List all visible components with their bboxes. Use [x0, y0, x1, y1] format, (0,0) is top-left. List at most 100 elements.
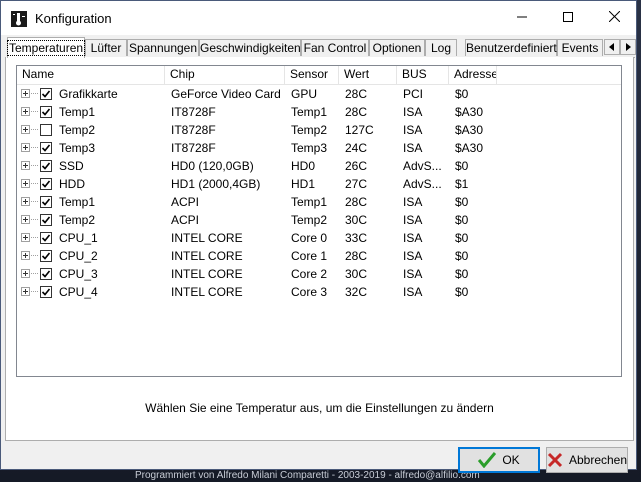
ok-button-label: OK	[502, 453, 520, 467]
table-row[interactable]: SSD HD0 (120,0GB) HD0 26C AdvS... $0	[17, 157, 621, 175]
cell-chip: INTEL CORE	[171, 231, 243, 245]
row-checkbox[interactable]	[40, 196, 52, 208]
title-bar[interactable]: Konfiguration	[1, 1, 636, 35]
tab-optionen[interactable]: Optionen	[369, 39, 425, 56]
table-row[interactable]: Temp2 ACPI Temp2 30C ISA $0	[17, 211, 621, 229]
cell-adresse: $0	[455, 231, 469, 245]
expand-icon[interactable]	[21, 107, 30, 116]
table-row[interactable]: Grafikkarte GeForce Video Card GPU 28C PCI $0	[17, 85, 621, 103]
thermometer-icon	[11, 11, 27, 27]
tab-geschwindigkeiten[interactable]: Geschwindigkeiten	[199, 39, 301, 56]
checkmark-icon	[41, 90, 51, 98]
expand-icon[interactable]	[21, 161, 30, 170]
table-row[interactable]: CPU_4 INTEL CORE Core 3 32C ISA $0	[17, 283, 621, 301]
table-row[interactable]: Temp3 IT8728F Temp3 24C ISA $A30	[17, 139, 621, 157]
column-header-bus[interactable]: BUS	[397, 66, 449, 84]
row-checkbox[interactable]	[40, 142, 52, 154]
row-checkbox[interactable]	[40, 286, 52, 298]
tab-log[interactable]: Log	[425, 39, 457, 56]
cell-bus: AdvS...	[403, 159, 442, 173]
tab-fan-control[interactable]: Fan Control	[301, 39, 369, 56]
checkmark-icon	[41, 288, 51, 296]
maximize-button[interactable]	[545, 1, 591, 35]
cancel-button[interactable]: Abbrechen	[546, 447, 628, 473]
cell-adresse: $0	[455, 267, 469, 281]
temperaturen-panel: Name Chip Sensor Wert BUS Adresse Grafik…	[5, 57, 634, 441]
tab-spannungen[interactable]: Spannungen	[127, 39, 199, 56]
row-checkbox[interactable]	[40, 250, 52, 262]
expand-icon[interactable]	[21, 125, 30, 134]
column-header-sensor[interactable]: Sensor	[285, 66, 339, 84]
table-row[interactable]: HDD HD1 (2000,4GB) HD1 27C AdvS... $1	[17, 175, 621, 193]
row-checkbox[interactable]	[40, 178, 52, 190]
tree-connector	[31, 201, 38, 202]
row-checkbox[interactable]	[40, 160, 52, 172]
cell-name: Temp3	[59, 141, 96, 155]
column-header-wert[interactable]: Wert	[339, 66, 397, 84]
column-header-name[interactable]: Name	[17, 66, 165, 84]
row-checkbox[interactable]	[40, 88, 52, 100]
red-x-icon	[547, 452, 563, 468]
cell-name: HDD	[59, 177, 85, 191]
table-row[interactable]: CPU_3 INTEL CORE Core 2 30C ISA $0	[17, 265, 621, 283]
tab-benutzerdefiniert[interactable]: Benutzerdefiniert	[465, 39, 557, 56]
cell-bus: ISA	[403, 123, 423, 137]
cell-adresse: $1	[455, 177, 469, 191]
table-row[interactable]: Temp1 IT8728F Temp1 28C ISA $A30	[17, 103, 621, 121]
row-checkbox[interactable]	[40, 106, 52, 118]
cell-bus: ISA	[403, 267, 423, 281]
table-row[interactable]: Temp1 ACPI Temp1 28C ISA $0	[17, 193, 621, 211]
cell-sensor: Temp1	[291, 195, 328, 209]
cell-wert: 28C	[345, 87, 368, 101]
cell-chip: ACPI	[171, 195, 200, 209]
cell-sensor: Temp3	[291, 141, 328, 155]
tree-connector	[31, 93, 38, 94]
tab-luefter[interactable]: Lüfter	[85, 39, 127, 56]
cell-name: Temp2	[59, 123, 96, 137]
row-checkbox[interactable]	[40, 124, 52, 136]
table-row[interactable]: CPU_1 INTEL CORE Core 0 33C ISA $0	[17, 229, 621, 247]
row-checkbox[interactable]	[40, 232, 52, 244]
minimize-button[interactable]	[499, 1, 545, 35]
expand-icon[interactable]	[21, 143, 30, 152]
cell-adresse: $0	[455, 285, 469, 299]
expand-icon[interactable]	[21, 89, 30, 98]
expand-icon[interactable]	[21, 251, 30, 260]
tab-temperaturen[interactable]: Temperaturen	[6, 37, 86, 58]
sensor-list[interactable]: Name Chip Sensor Wert BUS Adresse Grafik…	[16, 65, 622, 377]
column-header-adresse[interactable]: Adresse	[449, 66, 497, 84]
table-row[interactable]: CPU_2 INTEL CORE Core 1 28C ISA $0	[17, 247, 621, 265]
expand-icon[interactable]	[21, 179, 30, 188]
expand-icon[interactable]	[21, 197, 30, 206]
cell-sensor: Core 0	[291, 231, 328, 245]
expand-icon[interactable]	[21, 269, 30, 278]
cell-name: Temp2	[59, 213, 96, 227]
cell-adresse: $A30	[455, 105, 484, 119]
cell-wert: 28C	[345, 249, 368, 263]
cell-adresse: $0	[455, 195, 469, 209]
cell-bus: ISA	[403, 231, 423, 245]
column-header-chip[interactable]: Chip	[165, 66, 285, 84]
cell-chip: IT8728F	[171, 141, 216, 155]
row-checkbox[interactable]	[40, 268, 52, 280]
ok-button[interactable]: OK	[458, 447, 540, 473]
tab-scroll-right-button[interactable]	[620, 39, 636, 55]
tab-events[interactable]: Events	[557, 39, 603, 56]
expand-icon[interactable]	[21, 215, 30, 224]
cell-chip: HD1 (2000,4GB)	[171, 177, 261, 191]
cell-bus: ISA	[403, 105, 423, 119]
cell-sensor: HD1	[291, 177, 316, 191]
tab-scroll-left-button[interactable]	[604, 39, 620, 55]
expand-icon[interactable]	[21, 233, 30, 242]
expand-icon[interactable]	[21, 287, 30, 296]
checkmark-icon	[41, 108, 51, 116]
close-button[interactable]	[591, 1, 637, 35]
cell-bus: ISA	[403, 195, 423, 209]
cell-name: CPU_2	[59, 249, 98, 263]
cell-chip: INTEL CORE	[171, 285, 243, 299]
cell-bus: ISA	[403, 141, 423, 155]
cell-wert: 27C	[345, 177, 368, 191]
cell-wert: 28C	[345, 105, 368, 119]
row-checkbox[interactable]	[40, 214, 52, 226]
table-row[interactable]: Temp2 IT8728F Temp2 127C ISA $A30	[17, 121, 621, 139]
